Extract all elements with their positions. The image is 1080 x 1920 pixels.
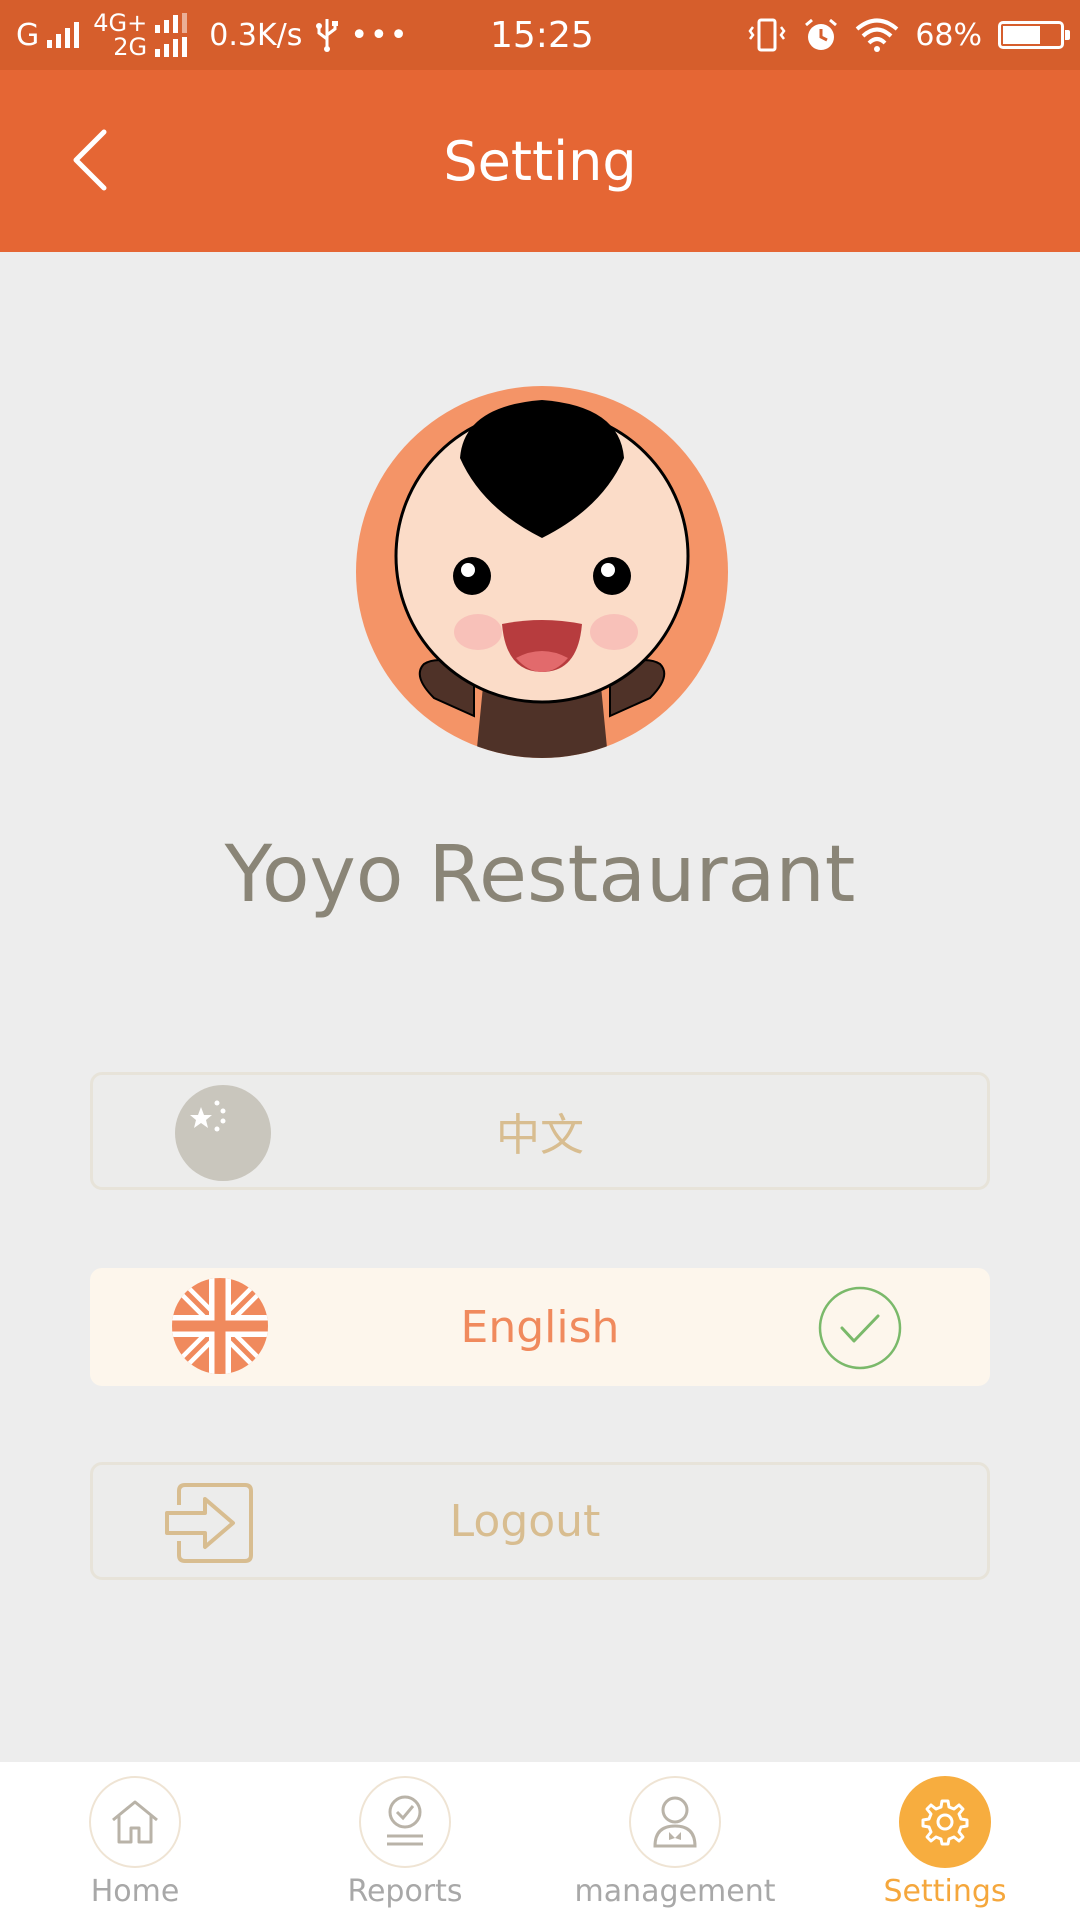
tab-settings[interactable]: Settings — [810, 1762, 1080, 1920]
option-label: 中文 — [496, 1110, 584, 1161]
status-bar: G 4G+ 2G 0.3K/s ••• 15:25 68% — [0, 0, 1080, 70]
logout-button[interactable]: Logout — [90, 1462, 990, 1580]
wifi-icon — [856, 18, 899, 52]
network-bottom-label: 2G — [113, 33, 148, 61]
carrier-signal: G — [16, 17, 80, 53]
clock: 15:25 — [490, 14, 594, 56]
management-icon-circle — [629, 1776, 721, 1868]
restaurant-name: Yoyo Restaurant — [224, 830, 856, 920]
signal-icon — [47, 22, 80, 48]
network-speed: 0.3K/s — [209, 17, 303, 53]
gear-icon-circle — [899, 1776, 991, 1868]
gear-icon — [921, 1799, 969, 1846]
battery-percent: 68% — [915, 17, 982, 53]
home-icon-circle — [89, 1776, 181, 1868]
tab-label: Home — [90, 1874, 180, 1909]
reports-icon-circle — [359, 1776, 451, 1868]
status-left: G 4G+ 2G 0.3K/s ••• — [16, 0, 423, 70]
language-option-chinese[interactable]: 中文 — [90, 1072, 990, 1190]
network-top-label: 4G+ — [93, 9, 148, 37]
alarm-icon — [805, 18, 838, 50]
tab-management[interactable]: management — [540, 1762, 810, 1920]
battery-fill — [1003, 26, 1040, 44]
signal-icon — [155, 37, 188, 57]
page-title: Setting — [443, 129, 637, 193]
header: Setting — [0, 70, 1080, 252]
network-stack: 4G+ 2G — [93, 9, 188, 61]
tab-label: management — [574, 1874, 776, 1909]
home-icon — [112, 1800, 158, 1844]
language-option-english[interactable]: English — [90, 1268, 990, 1386]
tab-reports[interactable]: Reports — [270, 1762, 540, 1920]
usb-icon — [316, 19, 339, 52]
signal-icon — [155, 13, 188, 33]
avatar — [356, 386, 728, 758]
status-right: 68% — [747, 0, 1070, 70]
reports-icon — [387, 1795, 423, 1846]
more-dots: ••• — [350, 17, 410, 53]
tab-home[interactable]: Home — [0, 1762, 270, 1920]
tab-bar: Home Reports management Settings — [0, 1762, 1080, 1920]
battery-charging-icon — [998, 21, 1070, 49]
carrier-label: G — [16, 17, 40, 53]
tab-label: Settings — [883, 1874, 1007, 1909]
management-icon — [653, 1796, 697, 1848]
vibrate-icon — [748, 18, 786, 52]
tab-label: Reports — [347, 1874, 463, 1909]
option-label: Logout — [449, 1495, 601, 1547]
check-circle-icon — [818, 1286, 902, 1370]
